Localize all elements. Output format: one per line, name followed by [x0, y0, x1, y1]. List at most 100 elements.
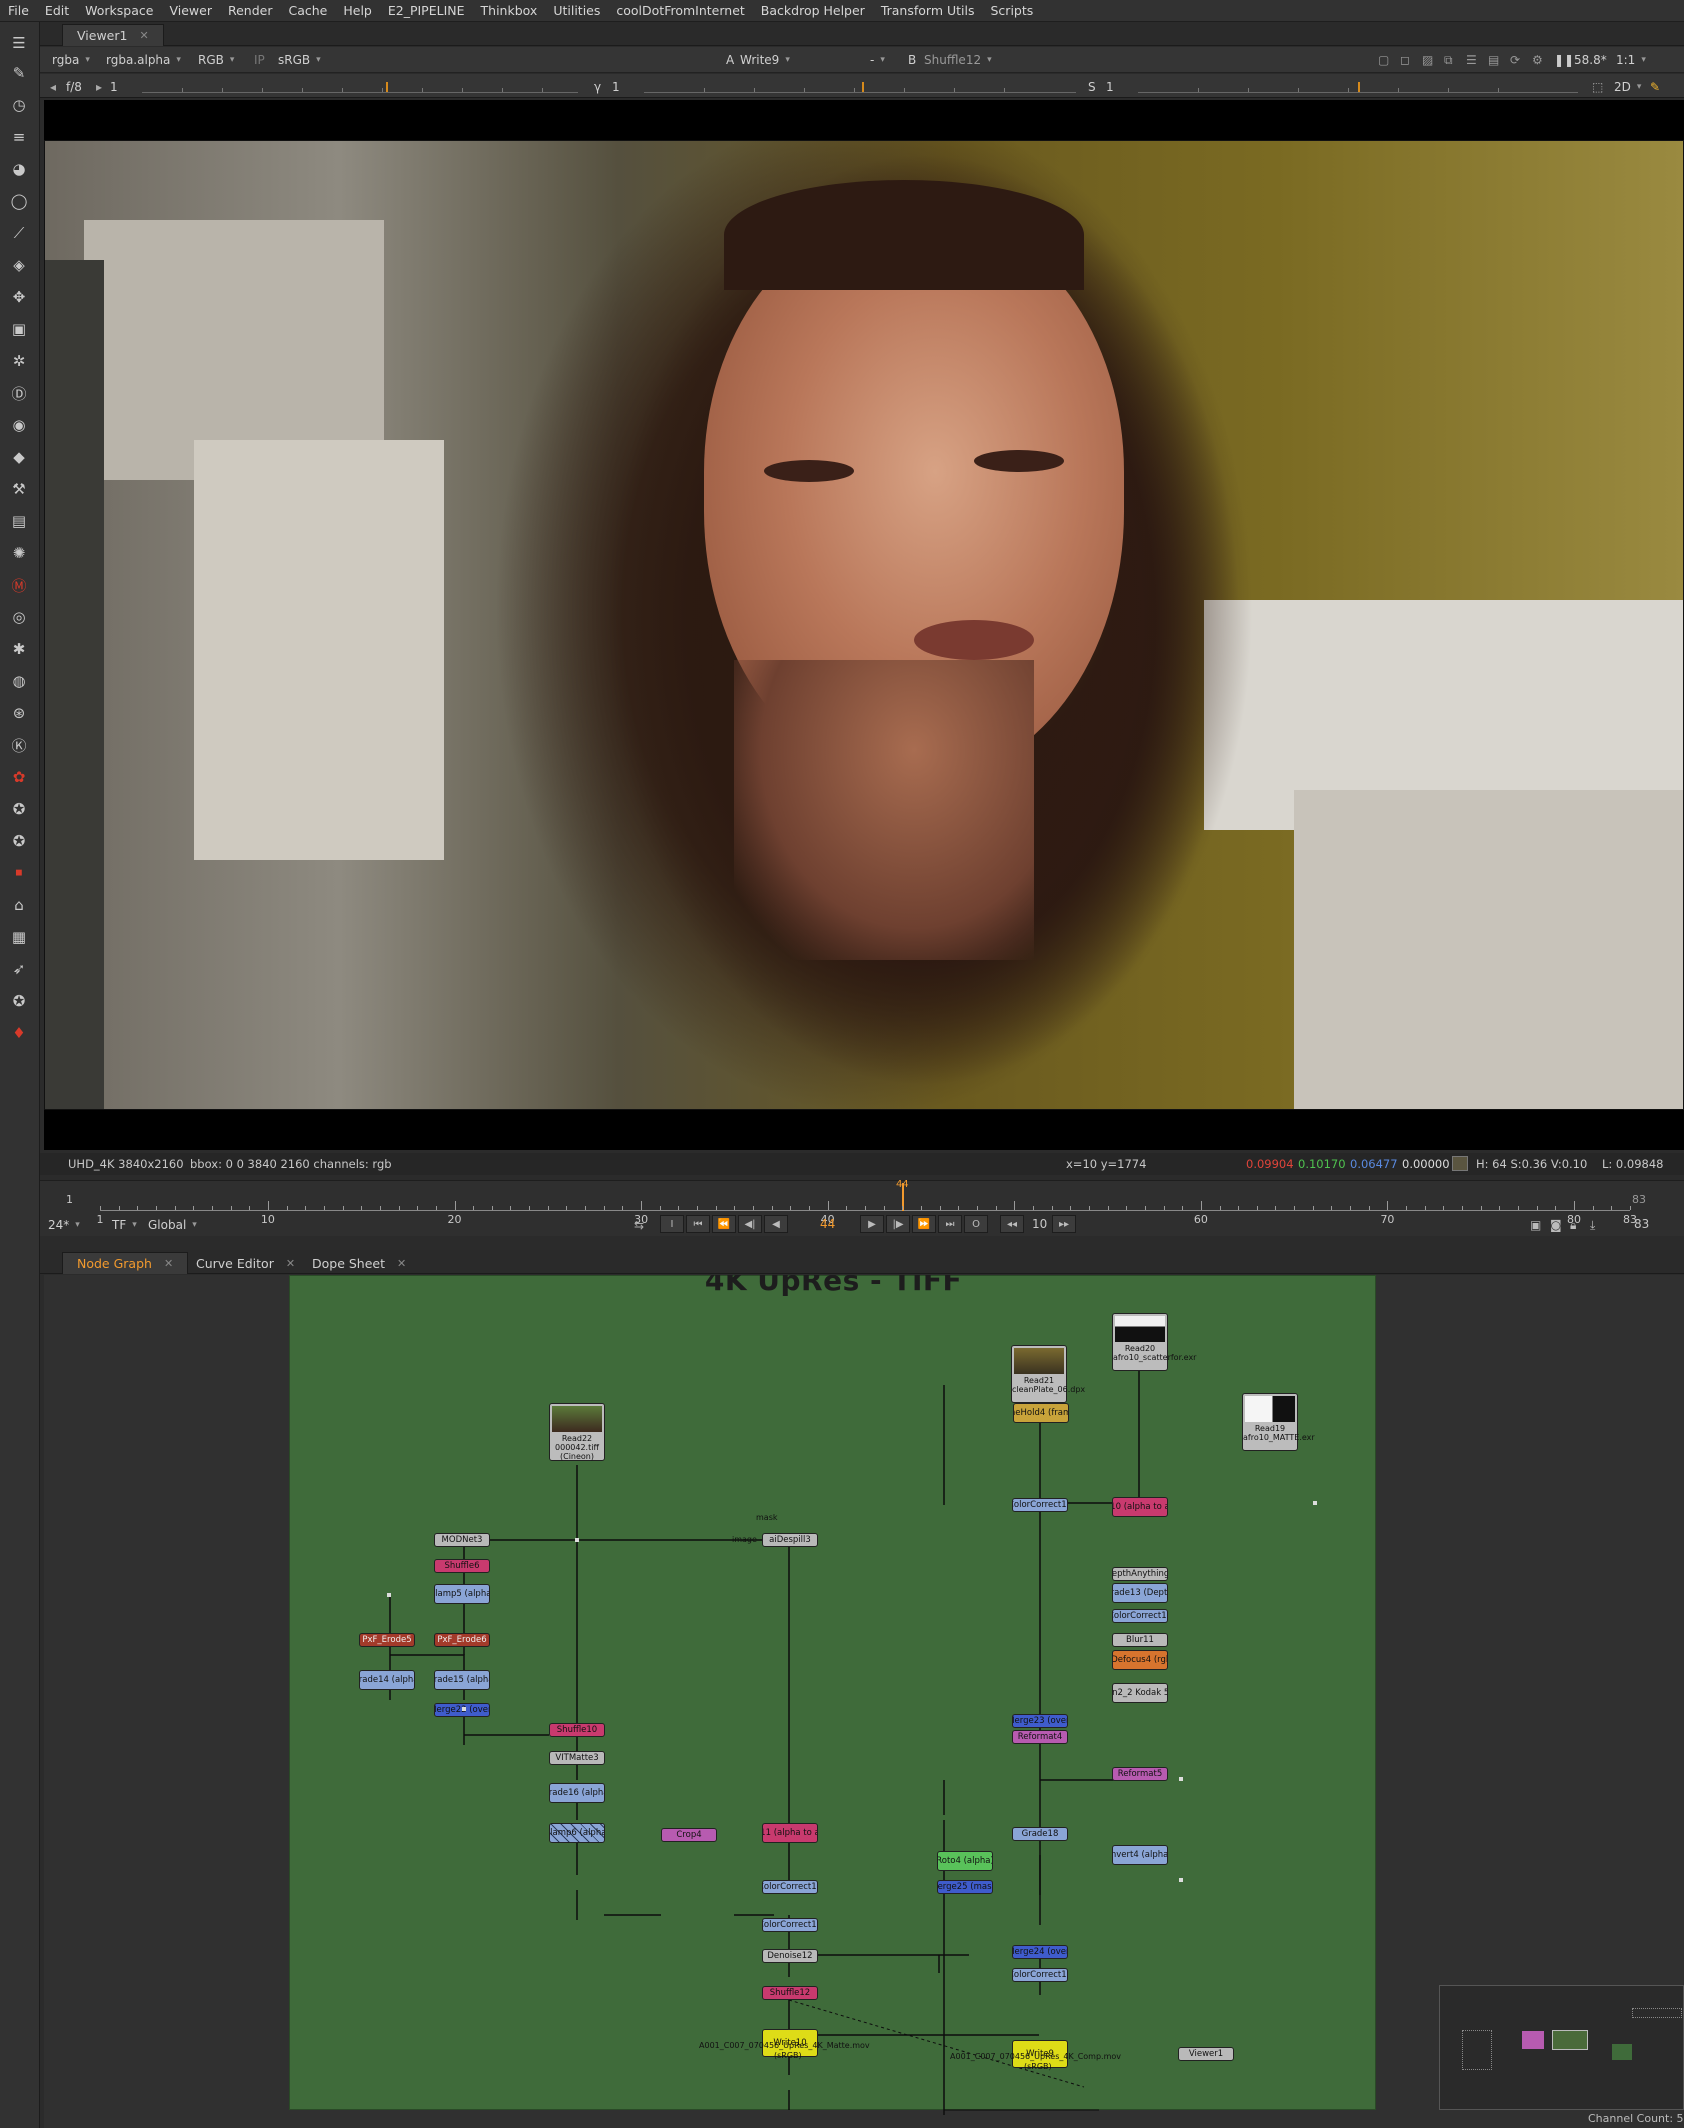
merge-tools-icon[interactable]: ◈	[8, 254, 30, 276]
plugin-bird-icon[interactable]: ➶	[8, 958, 30, 980]
plugin-j-icon[interactable]: ♦	[8, 1022, 30, 1044]
menu-scripts[interactable]: Scripts	[983, 3, 1042, 18]
image-tools-icon[interactable]: ☰	[8, 32, 30, 54]
grain-node[interactable]: Grain2_2 Kodak 5248	[1112, 1683, 1168, 1703]
play-icon[interactable]: ▶	[860, 1215, 884, 1233]
grade18-node[interactable]: Grade18	[1012, 1827, 1068, 1841]
close-icon[interactable]: ✕	[397, 1257, 406, 1270]
node-graph[interactable]: 4K UpRes - TIFF Read22 000042.tiff (Cine…	[44, 1275, 1684, 2128]
draw-tools-icon[interactable]: ✎	[8, 62, 30, 84]
ratio-dropdown[interactable]: 1:1	[1616, 51, 1646, 69]
plugin-spin-icon[interactable]: ◼	[8, 862, 30, 884]
colorcorrect-a-node[interactable]: ColorCorrect11	[762, 1880, 818, 1894]
plugin-e-icon[interactable]: ⊛	[8, 702, 30, 724]
read19-node[interactable]: Read19 afro10_MATTE.exr	[1242, 1393, 1315, 1451]
channels-dropdown[interactable]: rgba	[52, 51, 90, 69]
saturation-field[interactable]: 1	[1106, 78, 1114, 96]
tab-node-graph[interactable]: Node Graph ✕	[62, 1252, 189, 1274]
in-point-icon[interactable]: I	[660, 1215, 684, 1233]
metadata-tools-icon[interactable]: ◆	[8, 446, 30, 468]
close-icon[interactable]: ✕	[139, 29, 148, 42]
pause-icon[interactable]: ❚❚	[1554, 51, 1574, 69]
copy10-node[interactable]: Copy10 (alpha to alpha)	[1112, 1497, 1168, 1517]
menu-render[interactable]: Render	[220, 3, 281, 18]
plugin-f-icon[interactable]: ✿	[8, 766, 30, 788]
next-frame-icon[interactable]: |▶	[886, 1215, 910, 1233]
paint-icon[interactable]: ✎	[1650, 78, 1660, 96]
transform-tools-icon[interactable]: ✥	[8, 286, 30, 308]
plugin-c-icon[interactable]: ✱	[8, 638, 30, 660]
lock-icon[interactable]: 🔒︎	[1570, 1216, 1576, 1234]
plugin-i-icon[interactable]: ✪	[8, 990, 30, 1012]
particles-icon[interactable]: ✲	[8, 350, 30, 372]
keyer-tools-icon[interactable]: ⟋	[8, 222, 30, 244]
shuffle10-node[interactable]: Shuffle10	[549, 1723, 605, 1737]
dot-node[interactable]	[1313, 1501, 1317, 1505]
lut-dropdown[interactable]: sRGB	[278, 51, 321, 69]
clip-icon[interactable]: ▨	[1422, 51, 1433, 69]
grade13-node[interactable]: Grade13 (Depth)	[1112, 1583, 1168, 1603]
reformat4-node[interactable]: Reformat4	[1012, 1730, 1068, 1744]
loop-icon[interactable]: ⇆	[634, 1216, 644, 1234]
prev-key-icon[interactable]: ⏪	[712, 1215, 736, 1233]
menu-file[interactable]: File	[0, 3, 37, 18]
dot-node[interactable]	[1179, 1777, 1183, 1781]
node-graph-navigator[interactable]	[1439, 1985, 1684, 2110]
copy11-node[interactable]: Copy11 (alpha to alpha)	[762, 1823, 818, 1843]
tab-viewer1[interactable]: Viewer1 ✕	[62, 24, 164, 46]
plugin-b-icon[interactable]: ◎	[8, 606, 30, 628]
ip-button[interactable]: IP	[254, 51, 265, 69]
close-icon[interactable]: ✕	[286, 1257, 295, 1270]
play-back-icon[interactable]: ◀|	[738, 1215, 762, 1233]
tab-curve-editor[interactable]: Curve Editor ✕	[182, 1252, 309, 1274]
shuffle12-node[interactable]: Shuffle12	[762, 1986, 818, 2000]
next-fstop-icon[interactable]: ▸	[96, 78, 102, 96]
time-tools-icon[interactable]: ◷	[8, 94, 30, 116]
gamma-field[interactable]: 1	[612, 78, 620, 96]
gain-slider[interactable]	[142, 79, 578, 93]
dot-node[interactable]	[1179, 1878, 1183, 1882]
tf-dropdown[interactable]: TF	[112, 1216, 137, 1234]
fps-dropdown[interactable]: 24*	[48, 1216, 80, 1234]
read21-node[interactable]: Read21 cleanPlate_06.dpx	[1011, 1345, 1085, 1403]
zdefocus-node[interactable]: ZDefocus4 (rgb)	[1112, 1650, 1168, 1670]
dot-node[interactable]	[462, 1707, 466, 1711]
plugin-grid-icon[interactable]: ▦	[8, 926, 30, 948]
dot-node[interactable]	[575, 1538, 579, 1542]
menu-workspace[interactable]: Workspace	[77, 3, 161, 18]
export-icon[interactable]: ⤓	[1590, 1216, 1595, 1234]
erode5-node[interactable]: PxF_Erode5	[359, 1633, 415, 1647]
end-frame-field[interactable]: 83	[1634, 1217, 1649, 1231]
other-tools-icon[interactable]: ▤	[8, 510, 30, 532]
saturation-slider[interactable]	[1138, 79, 1578, 93]
flipbook-icon[interactable]: ▣	[1530, 1216, 1541, 1234]
menu-edit[interactable]: Edit	[37, 3, 77, 18]
timeline-ruler[interactable]: 44 1102030405060708083	[97, 1179, 1638, 1226]
depthanything-node[interactable]: DepthAnything4	[1112, 1567, 1168, 1581]
current-frame-field[interactable]: 44	[820, 1217, 835, 1231]
colorcorrect12-node[interactable]: ColorCorrect12	[1012, 1968, 1068, 1982]
fstop-readout[interactable]: f/8	[66, 78, 82, 96]
aidespill-node[interactable]: aiDespill3	[762, 1533, 818, 1547]
color-tools-icon[interactable]: ◕	[8, 158, 30, 180]
dot-node[interactable]	[387, 1593, 391, 1597]
step-field[interactable]: 10	[1032, 1217, 1047, 1231]
invert4-node[interactable]: Invert4 (alpha)	[1112, 1845, 1168, 1865]
colorcorrect14-node[interactable]: ColorCorrect14	[1112, 1609, 1168, 1623]
menu-utilities[interactable]: Utilities	[545, 3, 608, 18]
menu-viewer[interactable]: Viewer	[161, 3, 220, 18]
filter-tools-icon[interactable]: ◯	[8, 190, 30, 212]
menu-backdrop-helper[interactable]: Backdrop Helper	[753, 3, 873, 18]
clamp5-node[interactable]: Clamp5 (alpha)	[434, 1584, 490, 1604]
prev-frame-icon[interactable]: ◀	[764, 1215, 788, 1233]
plugin-d-icon[interactable]: ◍	[8, 670, 30, 692]
menu-cooldot[interactable]: coolDotFromInternet	[608, 3, 752, 18]
viewer1-node[interactable]: Viewer1	[1178, 2047, 1234, 2061]
input-a-dropdown[interactable]: Write9	[740, 51, 844, 69]
merge-mask-node[interactable]: Merge25 (mask)	[937, 1880, 993, 1894]
input-b-dropdown[interactable]: Shuffle12	[924, 51, 992, 69]
blur11-node[interactable]: Blur11	[1112, 1633, 1168, 1647]
color-mode-dropdown[interactable]: RGB	[198, 51, 234, 69]
merge-over-node[interactable]: Merge24 (over)	[1012, 1945, 1068, 1959]
read20-node[interactable]: Read20 afro10_scatterfor.exr	[1112, 1313, 1196, 1371]
